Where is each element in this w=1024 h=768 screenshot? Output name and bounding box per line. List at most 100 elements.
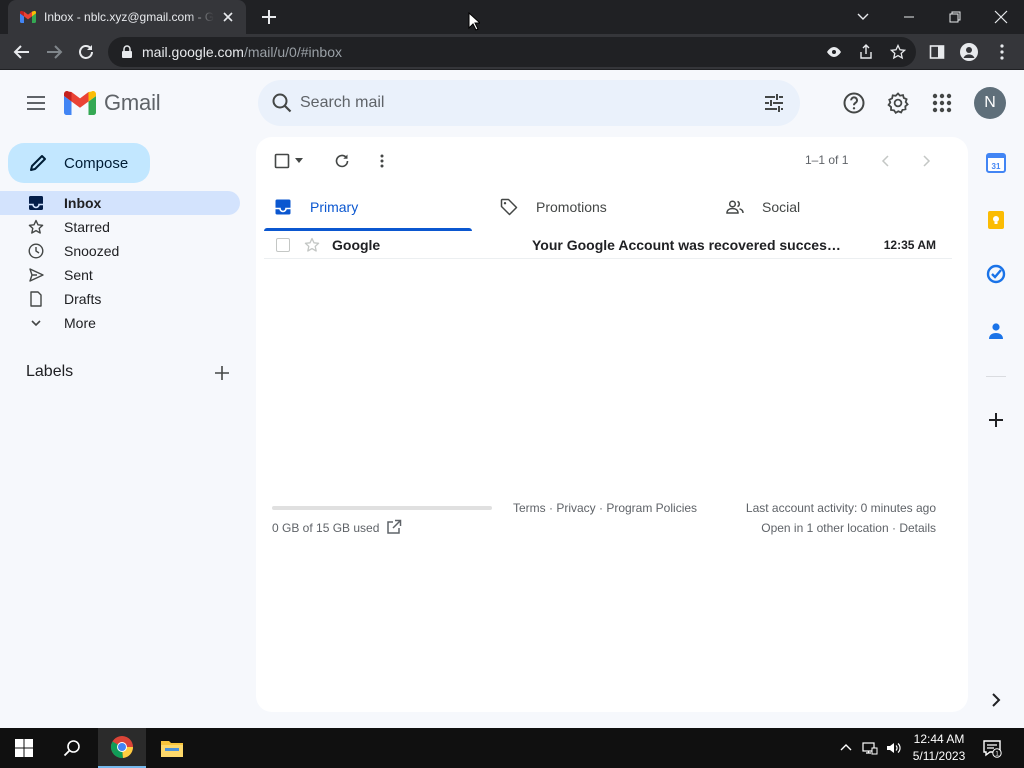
main-menu-icon[interactable] <box>24 91 48 115</box>
back-button[interactable] <box>10 40 34 64</box>
nav-item-more[interactable]: More <box>0 311 240 335</box>
select-all-checkbox[interactable] <box>272 151 292 171</box>
search-bar[interactable] <box>258 80 800 126</box>
contacts-icon[interactable] <box>986 321 1006 341</box>
compose-label: Compose <box>64 154 129 172</box>
profile-button[interactable] <box>959 42 979 62</box>
email-sender: Google <box>332 236 381 253</box>
taskbar-search-button[interactable] <box>48 728 96 768</box>
last-account-activity: Last account activity: 0 minutes ago <box>745 501 936 515</box>
chevron-left-icon <box>881 155 889 167</box>
star-icon[interactable] <box>304 237 320 253</box>
help-icon[interactable] <box>842 91 866 115</box>
gmail-logo[interactable]: Gmail <box>64 90 161 116</box>
reload-button[interactable] <box>74 40 98 64</box>
more-vert-icon <box>380 154 384 168</box>
share-icon[interactable] <box>858 44 874 60</box>
keep-icon[interactable] <box>986 210 1006 230</box>
minimize-button[interactable] <box>896 4 922 30</box>
volume-icon[interactable] <box>886 740 902 756</box>
browser-tab[interactable]: Inbox - nblc.xyz@gmail.com - Gmail <box>8 0 246 34</box>
nav-label-snoozed: Snoozed <box>64 243 120 259</box>
clock-time: 12:44 AM <box>913 732 965 746</box>
star-icon <box>28 219 44 234</box>
nav-item-inbox[interactable]: Inbox <box>0 191 240 215</box>
lock-icon[interactable] <box>120 45 134 59</box>
tab-label-primary: Primary <box>310 199 359 215</box>
forward-button[interactable] <box>42 40 66 64</box>
new-tab-icon[interactable] <box>259 7 279 27</box>
caret-down-icon <box>295 158 303 163</box>
folder-icon <box>161 741 183 757</box>
side-panel-button[interactable] <box>927 42 947 62</box>
more-options-button[interactable] <box>372 151 392 171</box>
add-label-icon[interactable] <box>212 363 232 383</box>
select-options-button[interactable] <box>292 151 306 171</box>
show-hidden-icons-chevron-icon[interactable] <box>838 740 854 756</box>
url-host: mail.google.com <box>142 44 244 60</box>
restore-icon <box>949 11 961 23</box>
storage-usage-text: 0 GB of 15 GB used <box>272 521 380 535</box>
nav-item-starred[interactable]: Starred <box>0 215 240 239</box>
tab-title: Inbox - nblc.xyz@gmail.com - Gmail <box>44 10 214 24</box>
chrome-menu-button[interactable] <box>992 42 1012 62</box>
windows-taskbar: 12:44 AM 5/11/2023 1 <box>0 728 1024 768</box>
apps-grid-icon[interactable] <box>930 91 954 115</box>
pagination-count: 1–1 of 1 <box>805 153 849 167</box>
close-tab-icon[interactable] <box>220 9 236 25</box>
nav-item-sent[interactable]: Sent <box>0 263 240 287</box>
nav-label-starred: Starred <box>64 219 110 235</box>
browser-toolbar: mail.google.com/mail/u/0/#inbox <box>0 34 1024 70</box>
email-checkbox[interactable] <box>276 237 290 252</box>
checkbox-icon <box>274 153 290 169</box>
tab-label-promotions: Promotions <box>536 199 607 215</box>
account-avatar[interactable]: N <box>974 87 1006 119</box>
chevron-down-icon <box>857 13 869 20</box>
gmail-m-icon <box>64 91 96 115</box>
nav-item-snoozed[interactable]: Snoozed <box>0 239 240 263</box>
notification-center-icon[interactable]: 1 <box>982 738 1002 758</box>
nav-item-drafts[interactable]: Drafts <box>0 287 240 311</box>
chrome-icon <box>111 736 134 759</box>
bookmark-star-icon[interactable] <box>890 44 906 60</box>
pencil-icon <box>30 155 46 171</box>
open-external-icon[interactable] <box>386 519 402 535</box>
expand-side-panel-chevron-icon[interactable] <box>986 690 1006 710</box>
older-button[interactable] <box>916 151 936 171</box>
labels-heading: Labels <box>26 363 74 380</box>
tab-social[interactable]: Social <box>716 183 924 231</box>
nav-label-drafts: Drafts <box>64 291 102 307</box>
send-icon <box>29 268 44 282</box>
eye-off-icon[interactable] <box>826 44 842 60</box>
other-location-details[interactable]: Open in 1 other location · Details <box>761 521 936 535</box>
close-window-button[interactable] <box>988 4 1014 30</box>
system-clock[interactable]: 12:44 AM 5/11/2023 <box>906 731 972 765</box>
search-options-icon[interactable] <box>762 91 786 115</box>
clock-date: 5/11/2023 <box>912 749 966 763</box>
taskbar-file-explorer-button[interactable] <box>148 728 196 768</box>
search-input[interactable] <box>300 80 740 126</box>
settings-gear-icon[interactable] <box>886 91 910 115</box>
refresh-button[interactable] <box>332 151 352 171</box>
restore-button[interactable] <box>942 4 968 30</box>
chevron-right-icon <box>923 155 931 167</box>
more-vert-icon <box>1000 44 1004 60</box>
calendar-icon[interactable]: 31 <box>986 153 1006 173</box>
tab-primary[interactable]: Primary <box>264 183 472 231</box>
nav-label-sent: Sent <box>64 267 93 283</box>
address-bar[interactable]: mail.google.com/mail/u/0/#inbox <box>108 37 916 67</box>
email-subject: Your Google Account was recovered succes… <box>532 236 848 253</box>
newer-button[interactable] <box>876 151 896 171</box>
network-icon[interactable] <box>862 740 878 756</box>
email-row[interactable]: Google Your Google Account was recovered… <box>264 231 952 259</box>
tab-search-button[interactable] <box>850 4 876 30</box>
get-addons-plus-icon[interactable] <box>986 410 1006 430</box>
tasks-icon[interactable] <box>986 264 1006 284</box>
taskbar-chrome-button[interactable] <box>98 728 146 768</box>
compose-button[interactable]: Compose <box>8 143 150 183</box>
search-icon[interactable] <box>270 91 294 115</box>
footer-links[interactable]: Terms · Privacy · Program Policies <box>513 501 697 515</box>
start-button[interactable] <box>0 728 48 768</box>
gmail-logo-text: Gmail <box>104 90 161 115</box>
tab-promotions[interactable]: Promotions <box>490 183 698 231</box>
